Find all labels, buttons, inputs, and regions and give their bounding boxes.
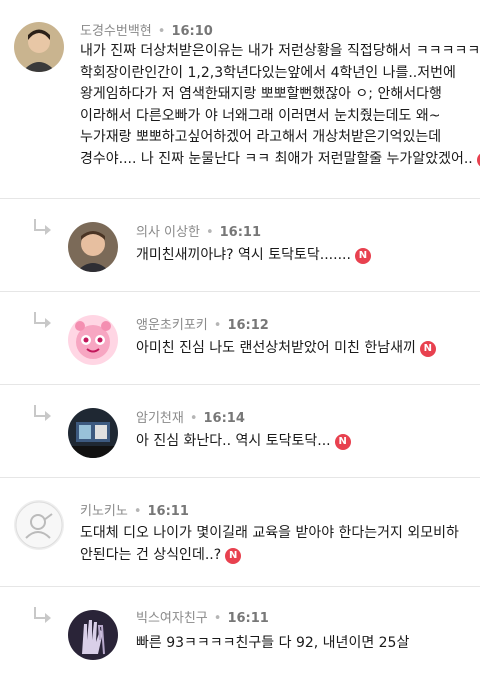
comment-item[interactable]: 도경수번백현 • 16:10 내가 진짜 더상처받은이유는 내가 저런상황을 직접당…: [0, 0, 480, 198]
new-badge: N: [354, 248, 371, 264]
comment-text: 개미친새끼아냐? 역시 토닥토닥....... N: [136, 245, 371, 267]
author-name[interactable]: 키노키노: [80, 504, 128, 519]
comment-line: 도대체 디오 나이가 몇이길래 교육을 받아야 한다는거지 외모비하: [80, 525, 459, 541]
author-name[interactable]: 빅스여자친구: [136, 611, 208, 626]
comment-line: 안된다는 건 상식인데..?: [80, 546, 222, 563]
avatar[interactable]: [68, 610, 118, 660]
comment-meta: 암기천재 • 16:14: [136, 407, 245, 426]
comment-meta: 앵운초키포키 • 16:12: [136, 314, 269, 333]
new-badge: N: [334, 434, 351, 450]
comment-text: 도대체 디오 나이가 몇이길래 교육을 받아야 한다는거지 외모비하 안된다는 …: [80, 523, 459, 566]
timestamp: 16:12: [227, 318, 269, 333]
avatar[interactable]: [14, 500, 64, 550]
comment-line: 개미친새끼아냐? 역시 토닥토닥.......: [136, 247, 351, 263]
timestamp: 16:11: [147, 504, 189, 519]
avatar[interactable]: [68, 315, 118, 365]
person-avatar-icon: [68, 222, 118, 272]
comment-line: 경수야.... 나 진짜 눈물난다 ㅋㅋ 최애가 저런말할줄 누가알았겠어..: [80, 150, 473, 167]
timestamp: 16:11: [219, 225, 261, 240]
reply-arrow-icon: [34, 219, 52, 235]
author-name[interactable]: 의사 이상한: [136, 225, 200, 240]
comment-line: 아 진심 화난다.. 역시 토닥토닥...: [136, 433, 331, 449]
comment-line: 내가 진짜 더상처받은이유는 내가 저런상황을 직접당해서 ㅋㅋㅋㅋㅋ: [80, 43, 480, 59]
photo-avatar-icon: [68, 408, 118, 458]
comment-line: 누가재랑 뽀뽀하고싶어하겠어 라고해서 개상처받은기억있는데: [80, 129, 442, 145]
avatar[interactable]: [68, 408, 118, 458]
default-avatar-icon: [14, 500, 64, 550]
new-badge: N: [225, 547, 242, 564]
comment-meta: 빅스여자친구 • 16:11: [136, 607, 269, 626]
person-avatar-icon: [14, 22, 64, 72]
separator-dot: •: [189, 411, 198, 426]
cartoon-avatar-icon: [68, 315, 118, 365]
photo-avatar-icon: [68, 610, 118, 660]
separator-dot: •: [157, 24, 166, 39]
comment-line: 왕게임하다가 저 염색한돼지랑 뽀뽀할뻔했잖아 ㅇ; 안해서다행: [80, 86, 442, 102]
comment-text: 빠른 93ㅋㅋㅋㅋ친구들 다 92, 내년이면 25살: [136, 633, 409, 655]
comment-line: 아미친 진심 나도 랜선상처받았어 미친 한남새끼: [136, 340, 416, 356]
comment-text: 아미친 진심 나도 랜선상처받았어 미친 한남새끼 N: [136, 338, 436, 360]
timestamp: 16:11: [227, 611, 269, 626]
separator-dot: •: [205, 225, 214, 240]
comment-item[interactable]: 암기천재 • 16:14 아 진심 화난다.. 역시 토닥토닥... N: [0, 384, 480, 477]
comment-meta: 키노키노 • 16:11: [80, 500, 189, 519]
new-badge: N: [419, 341, 436, 357]
comment-meta: 의사 이상한 • 16:11: [136, 221, 261, 240]
comment-line: 빠른 93ㅋㅋㅋㅋ친구들 다 92, 내년이면 25살: [136, 635, 410, 651]
reply-arrow-icon: [34, 405, 52, 421]
comment-meta: 도경수번백현 • 16:10: [80, 20, 213, 39]
separator-dot: •: [213, 318, 222, 333]
timestamp: 16:14: [203, 411, 245, 426]
timestamp: 16:10: [171, 24, 213, 39]
avatar[interactable]: [68, 222, 118, 272]
comment-item[interactable]: 앵운초키포키 • 16:12 아미친 진심 나도 랜선상처받았어 미친 한남새끼 N: [0, 291, 480, 384]
comment-line: 학회장이란인간이 1,2,3학년다있는앞에서 4학년인 나를..저번에: [80, 64, 456, 81]
comment-item[interactable]: 키노키노 • 16:11 도대체 디오 나이가 몇이길래 교육을 받아야 한다는거지…: [0, 477, 480, 586]
comment-item[interactable]: 의사 이상한 • 16:11 개미친새끼아냐? 역시 토닥토닥....... N: [0, 198, 480, 291]
comment-text: 아 진심 화난다.. 역시 토닥토닥... N: [136, 431, 351, 453]
reply-arrow-icon: [34, 607, 52, 623]
separator-dot: •: [133, 504, 142, 519]
separator-dot: •: [213, 611, 222, 626]
author-name[interactable]: 암기천재: [136, 411, 184, 426]
comment-line: 이라해서 다른오빠가 야 너왜그래 이러면서 눈치줬는데도 왜~: [80, 107, 441, 124]
author-name[interactable]: 도경수번백현: [80, 24, 152, 39]
avatar[interactable]: [14, 22, 64, 72]
author-name[interactable]: 앵운초키포키: [136, 318, 208, 333]
reply-arrow-icon: [34, 312, 52, 328]
comment-item[interactable]: 빅스여자친구 • 16:11 빠른 93ㅋㅋㅋㅋ친구들 다 92, 내년이면 25살: [0, 586, 480, 689]
comment-text: 내가 진짜 더상처받은이유는 내가 저런상황을 직접당해서 ㅋㅋㅋㅋㅋ 학회장이…: [80, 41, 480, 170]
